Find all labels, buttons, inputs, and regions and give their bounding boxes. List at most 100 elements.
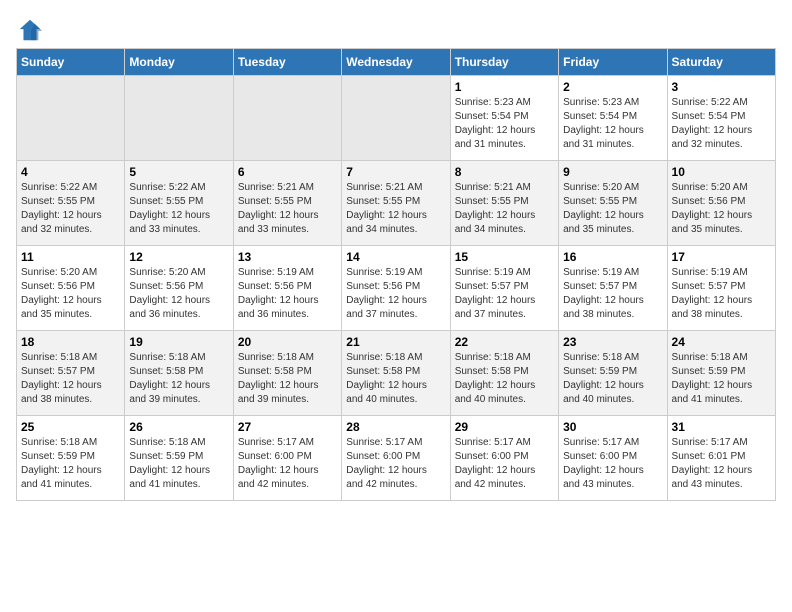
day-info: Sunrise: 5:18 AMSunset: 5:58 PMDaylight:…: [346, 351, 445, 407]
calendar-cell: 17 Sunrise: 5:19 AMSunset: 5:57 PMDayligh…: [667, 246, 775, 331]
calendar-cell: 15 Sunrise: 5:19 AMSunset: 5:57 PMDayligh…: [450, 246, 558, 331]
calendar-cell: [342, 76, 450, 161]
day-info: Sunrise: 5:17 AMSunset: 6:00 PMDaylight:…: [455, 436, 554, 492]
calendar-cell: 2 Sunrise: 5:23 AMSunset: 5:54 PMDaylight…: [559, 76, 667, 161]
header-saturday: Saturday: [667, 49, 775, 76]
day-info: Sunrise: 5:18 AMSunset: 5:58 PMDaylight:…: [455, 351, 554, 407]
day-info: Sunrise: 5:19 AMSunset: 5:56 PMDaylight:…: [346, 266, 445, 322]
day-number: 13: [238, 250, 337, 264]
day-info: Sunrise: 5:17 AMSunset: 6:00 PMDaylight:…: [563, 436, 662, 492]
calendar-cell: 1Sunrise: 5:23 AMSunset: 5:54 PMDaylight…: [450, 76, 558, 161]
day-info: Sunrise: 5:18 AMSunset: 5:59 PMDaylight:…: [563, 351, 662, 407]
day-number: 10: [672, 165, 771, 179]
calendar-cell: 19 Sunrise: 5:18 AMSunset: 5:58 PMDayligh…: [125, 331, 233, 416]
day-info: Sunrise: 5:20 AMSunset: 5:55 PMDaylight:…: [563, 181, 662, 237]
day-info: Sunrise: 5:22 AMSunset: 5:55 PMDaylight:…: [129, 181, 228, 237]
logo: [16, 16, 48, 44]
calendar-cell: 22Sunrise: 5:18 AMSunset: 5:58 PMDayligh…: [450, 331, 558, 416]
calendar-cell: 4Sunrise: 5:22 AMSunset: 5:55 PMDaylight…: [17, 161, 125, 246]
day-number: 19: [129, 335, 228, 349]
calendar-cell: 20 Sunrise: 5:18 AMSunset: 5:58 PMDayligh…: [233, 331, 341, 416]
day-info: Sunrise: 5:20 AMSunset: 5:56 PMDaylight:…: [21, 266, 120, 322]
day-info: Sunrise: 5:17 AMSunset: 6:00 PMDaylight:…: [346, 436, 445, 492]
day-info: Sunrise: 5:19 AMSunset: 5:57 PMDaylight:…: [672, 266, 771, 322]
day-number: 24: [672, 335, 771, 349]
day-number: 5: [129, 165, 228, 179]
day-number: 7: [346, 165, 445, 179]
calendar-cell: 25 Sunrise: 5:18 AMSunset: 5:59 PMDayligh…: [17, 416, 125, 501]
day-number: 17: [672, 250, 771, 264]
day-number: 4: [21, 165, 120, 179]
calendar-cell: 3 Sunrise: 5:22 AMSunset: 5:54 PMDaylight…: [667, 76, 775, 161]
day-number: 29: [455, 420, 554, 434]
calendar-cell: [233, 76, 341, 161]
calendar-cell: 5 Sunrise: 5:22 AMSunset: 5:55 PMDaylight…: [125, 161, 233, 246]
day-info: Sunrise: 5:22 AMSunset: 5:54 PMDaylight:…: [672, 96, 771, 152]
calendar-cell: 6Sunrise: 5:21 AMSunset: 5:55 PMDaylight…: [233, 161, 341, 246]
day-number: 11: [21, 250, 120, 264]
calendar-table: SundayMondayTuesdayWednesdayThursdayFrid…: [16, 48, 776, 501]
week-row-2: 4 Sunrise: 5:22 AMSunset: 5:55 PMDaylight…: [17, 161, 776, 246]
day-info: Sunrise: 5:18 AMSunset: 5:59 PMDaylight:…: [21, 436, 120, 492]
day-info: Sunrise: 5:20 AMSunset: 5:56 PMDaylight:…: [672, 181, 771, 237]
day-info: Sunrise: 5:23 AMSunset: 5:54 PMDaylight:…: [563, 96, 662, 152]
calendar-cell: 8 Sunrise: 5:21 AMSunset: 5:55 PMDaylight…: [450, 161, 558, 246]
day-number: 28: [346, 420, 445, 434]
calendar-cell: 31 Sunrise: 5:17 AMSunset: 6:01 PMDayligh…: [667, 416, 775, 501]
calendar-cell: 21 Sunrise: 5:18 AMSunset: 5:58 PMDayligh…: [342, 331, 450, 416]
day-number: 12: [129, 250, 228, 264]
day-info: Sunrise: 5:18 AMSunset: 5:58 PMDaylight:…: [129, 351, 228, 407]
calendar-cell: 12 Sunrise: 5:20 AMSunset: 5:56 PMDayligh…: [125, 246, 233, 331]
week-row-1: 1Sunrise: 5:23 AMSunset: 5:54 PMDaylight…: [17, 76, 776, 161]
calendar-cell: 18Sunrise: 5:18 AMSunset: 5:57 PMDayligh…: [17, 331, 125, 416]
day-number: 3: [672, 80, 771, 94]
day-info: Sunrise: 5:17 AMSunset: 6:01 PMDaylight:…: [672, 436, 771, 492]
day-info: Sunrise: 5:23 AMSunset: 5:54 PMDaylight:…: [455, 96, 554, 152]
day-info: Sunrise: 5:19 AMSunset: 5:56 PMDaylight:…: [238, 266, 337, 322]
header-sunday: Sunday: [17, 49, 125, 76]
day-number: 16: [563, 250, 662, 264]
day-number: 20: [238, 335, 337, 349]
calendar-cell: 23 Sunrise: 5:18 AMSunset: 5:59 PMDayligh…: [559, 331, 667, 416]
calendar-cell: [17, 76, 125, 161]
calendar-cell: 16 Sunrise: 5:19 AMSunset: 5:57 PMDayligh…: [559, 246, 667, 331]
header-monday: Monday: [125, 49, 233, 76]
calendar-cell: 28 Sunrise: 5:17 AMSunset: 6:00 PMDayligh…: [342, 416, 450, 501]
calendar-cell: 11 Sunrise: 5:20 AMSunset: 5:56 PMDayligh…: [17, 246, 125, 331]
week-row-5: 25 Sunrise: 5:18 AMSunset: 5:59 PMDayligh…: [17, 416, 776, 501]
day-number: 30: [563, 420, 662, 434]
header-thursday: Thursday: [450, 49, 558, 76]
day-info: Sunrise: 5:19 AMSunset: 5:57 PMDaylight:…: [563, 266, 662, 322]
header-tuesday: Tuesday: [233, 49, 341, 76]
week-row-3: 11 Sunrise: 5:20 AMSunset: 5:56 PMDayligh…: [17, 246, 776, 331]
calendar-cell: 13 Sunrise: 5:19 AMSunset: 5:56 PMDayligh…: [233, 246, 341, 331]
day-number: 18: [21, 335, 120, 349]
day-number: 8: [455, 165, 554, 179]
calendar-cell: [125, 76, 233, 161]
day-number: 26: [129, 420, 228, 434]
day-info: Sunrise: 5:18 AMSunset: 5:58 PMDaylight:…: [238, 351, 337, 407]
day-info: Sunrise: 5:21 AMSunset: 5:55 PMDaylight:…: [455, 181, 554, 237]
day-info: Sunrise: 5:21 AMSunset: 5:55 PMDaylight:…: [346, 181, 445, 237]
day-info: Sunrise: 5:18 AMSunset: 5:59 PMDaylight:…: [129, 436, 228, 492]
day-number: 25: [21, 420, 120, 434]
day-number: 21: [346, 335, 445, 349]
page-header: [16, 16, 776, 44]
header-wednesday: Wednesday: [342, 49, 450, 76]
day-number: 23: [563, 335, 662, 349]
day-number: 15: [455, 250, 554, 264]
calendar-cell: 29 Sunrise: 5:17 AMSunset: 6:00 PMDayligh…: [450, 416, 558, 501]
day-info: Sunrise: 5:18 AMSunset: 5:59 PMDaylight:…: [672, 351, 771, 407]
day-number: 6: [238, 165, 337, 179]
day-number: 2: [563, 80, 662, 94]
calendar-cell: 14 Sunrise: 5:19 AMSunset: 5:56 PMDayligh…: [342, 246, 450, 331]
day-number: 31: [672, 420, 771, 434]
day-number: 14: [346, 250, 445, 264]
calendar-cell: 27Sunrise: 5:17 AMSunset: 6:00 PMDayligh…: [233, 416, 341, 501]
day-info: Sunrise: 5:19 AMSunset: 5:57 PMDaylight:…: [455, 266, 554, 322]
week-row-4: 18Sunrise: 5:18 AMSunset: 5:57 PMDayligh…: [17, 331, 776, 416]
day-info: Sunrise: 5:20 AMSunset: 5:56 PMDaylight:…: [129, 266, 228, 322]
calendar-cell: 7 Sunrise: 5:21 AMSunset: 5:55 PMDaylight…: [342, 161, 450, 246]
calendar-cell: 10 Sunrise: 5:20 AMSunset: 5:56 PMDayligh…: [667, 161, 775, 246]
logo-icon: [16, 16, 44, 44]
